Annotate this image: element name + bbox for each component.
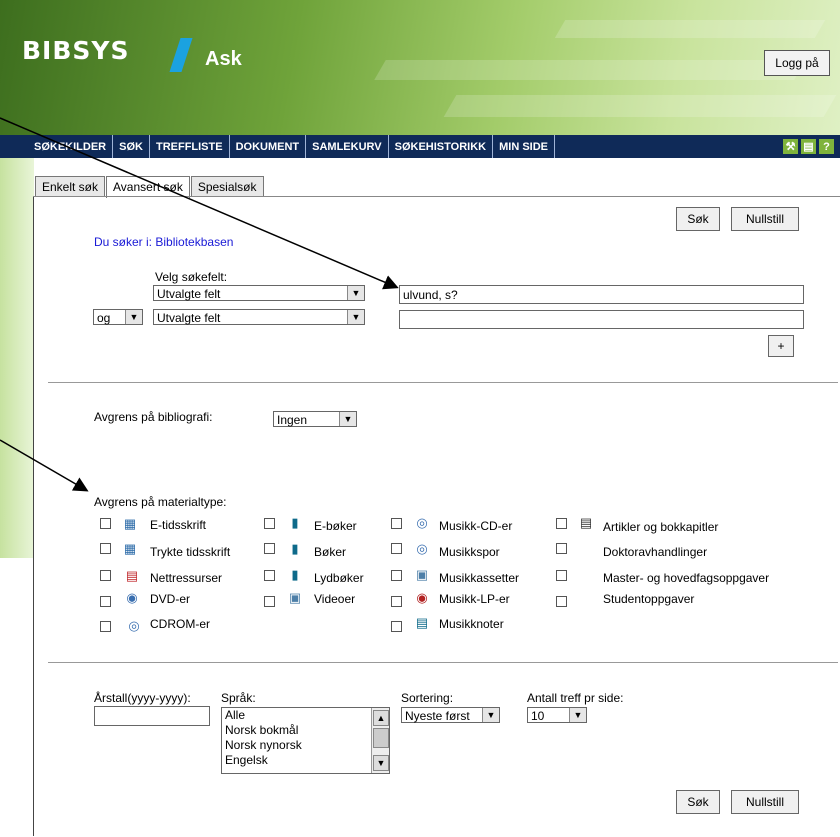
arrow-to-material [0,439,89,492]
annotation-arrows [0,117,399,492]
arrow-to-query [0,117,399,290]
